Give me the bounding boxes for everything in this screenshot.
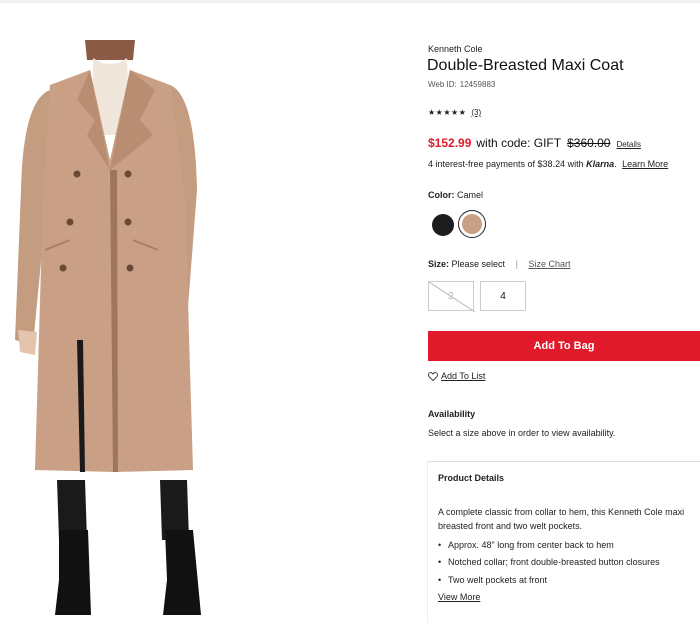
web-id: Web ID: 12459883 xyxy=(428,80,495,89)
size-chart-link[interactable]: Size Chart xyxy=(528,259,570,269)
section-divider xyxy=(428,461,700,462)
promo-code-text: with code: GIFT xyxy=(476,136,562,150)
review-count-link[interactable]: (3) xyxy=(471,108,481,117)
color-label: Color: xyxy=(428,190,455,200)
size-label: Size: xyxy=(428,259,450,269)
feature-text: Two welt pockets at front xyxy=(448,574,548,585)
size-option-4[interactable]: 4 xyxy=(480,281,526,311)
product-title: Double-Breasted Maxi Coat xyxy=(427,57,624,74)
brand-link[interactable]: Kenneth Cole xyxy=(428,44,483,54)
details-panel-border xyxy=(427,461,428,623)
price-row: $152.99 with code: GIFT $360.00 Details xyxy=(428,136,641,150)
klarna-installments: 4 interest-free payments of $38.24 with … xyxy=(428,159,668,169)
heart-icon xyxy=(428,371,438,381)
color-swatch-camel[interactable] xyxy=(462,214,482,234)
bullet-icon: • xyxy=(438,574,442,585)
add-to-bag-button[interactable]: Add To Bag xyxy=(428,331,700,361)
rating-summary[interactable]: ★★★★★ (3) xyxy=(428,108,481,117)
product-image[interactable] xyxy=(15,40,315,623)
product-description: A complete classic from collar to hem, t… xyxy=(438,507,685,531)
product-details-heading[interactable]: Product Details xyxy=(438,473,504,483)
availability-heading: Availability xyxy=(428,409,476,419)
feature-text: Notched collar; front double-breasted bu… xyxy=(448,557,660,568)
bullet-icon: • xyxy=(438,539,442,550)
list-item: • Two welt pockets at front xyxy=(438,571,660,589)
klarna-learn-more-link[interactable]: Learn More xyxy=(622,159,668,169)
rating-stars-icon: ★★★★★ xyxy=(428,108,467,117)
size-selector-label: Size: Please select | Size Chart xyxy=(428,259,570,269)
availability-text: Select a size above in order to view ava… xyxy=(428,428,616,438)
add-to-list-button[interactable]: Add To List xyxy=(428,371,485,381)
web-id-value: 12459883 xyxy=(459,80,496,89)
color-selector-label: Color: Camel xyxy=(428,190,483,200)
color-swatch-black[interactable] xyxy=(432,214,454,236)
unavailable-strike-icon xyxy=(429,282,475,312)
bullet-icon: • xyxy=(438,557,442,568)
coat-model-illustration xyxy=(15,40,201,615)
klarna-text: 4 interest-free payments of $38.24 with xyxy=(428,159,584,169)
size-separator: | xyxy=(515,259,518,269)
product-feature-list: • Approx. 48" long from center back to he… xyxy=(438,536,660,589)
list-item: • Notched collar; front double-breasted b… xyxy=(438,554,660,572)
size-prompt: Please select xyxy=(451,259,506,269)
price-details-link[interactable]: Details xyxy=(616,140,640,149)
original-price: $360.00 xyxy=(567,136,611,150)
page-top-border xyxy=(0,0,700,3)
feature-text: Approx. 48" long from center back to hem xyxy=(448,539,614,550)
size-option-2-unavailable[interactable]: 2 xyxy=(428,281,475,312)
sale-price: $152.99 xyxy=(428,136,472,150)
klarna-logo: Klarna xyxy=(586,159,615,169)
list-item: • Approx. 48" long from center back to he… xyxy=(438,536,660,554)
web-id-label: Web ID: xyxy=(428,80,457,89)
add-to-list-label: Add To List xyxy=(441,371,486,381)
klarna-period: . xyxy=(614,159,617,169)
view-more-link[interactable]: View More xyxy=(438,592,480,602)
size-option-label: 4 xyxy=(500,290,506,302)
selected-color: Camel xyxy=(457,190,484,200)
